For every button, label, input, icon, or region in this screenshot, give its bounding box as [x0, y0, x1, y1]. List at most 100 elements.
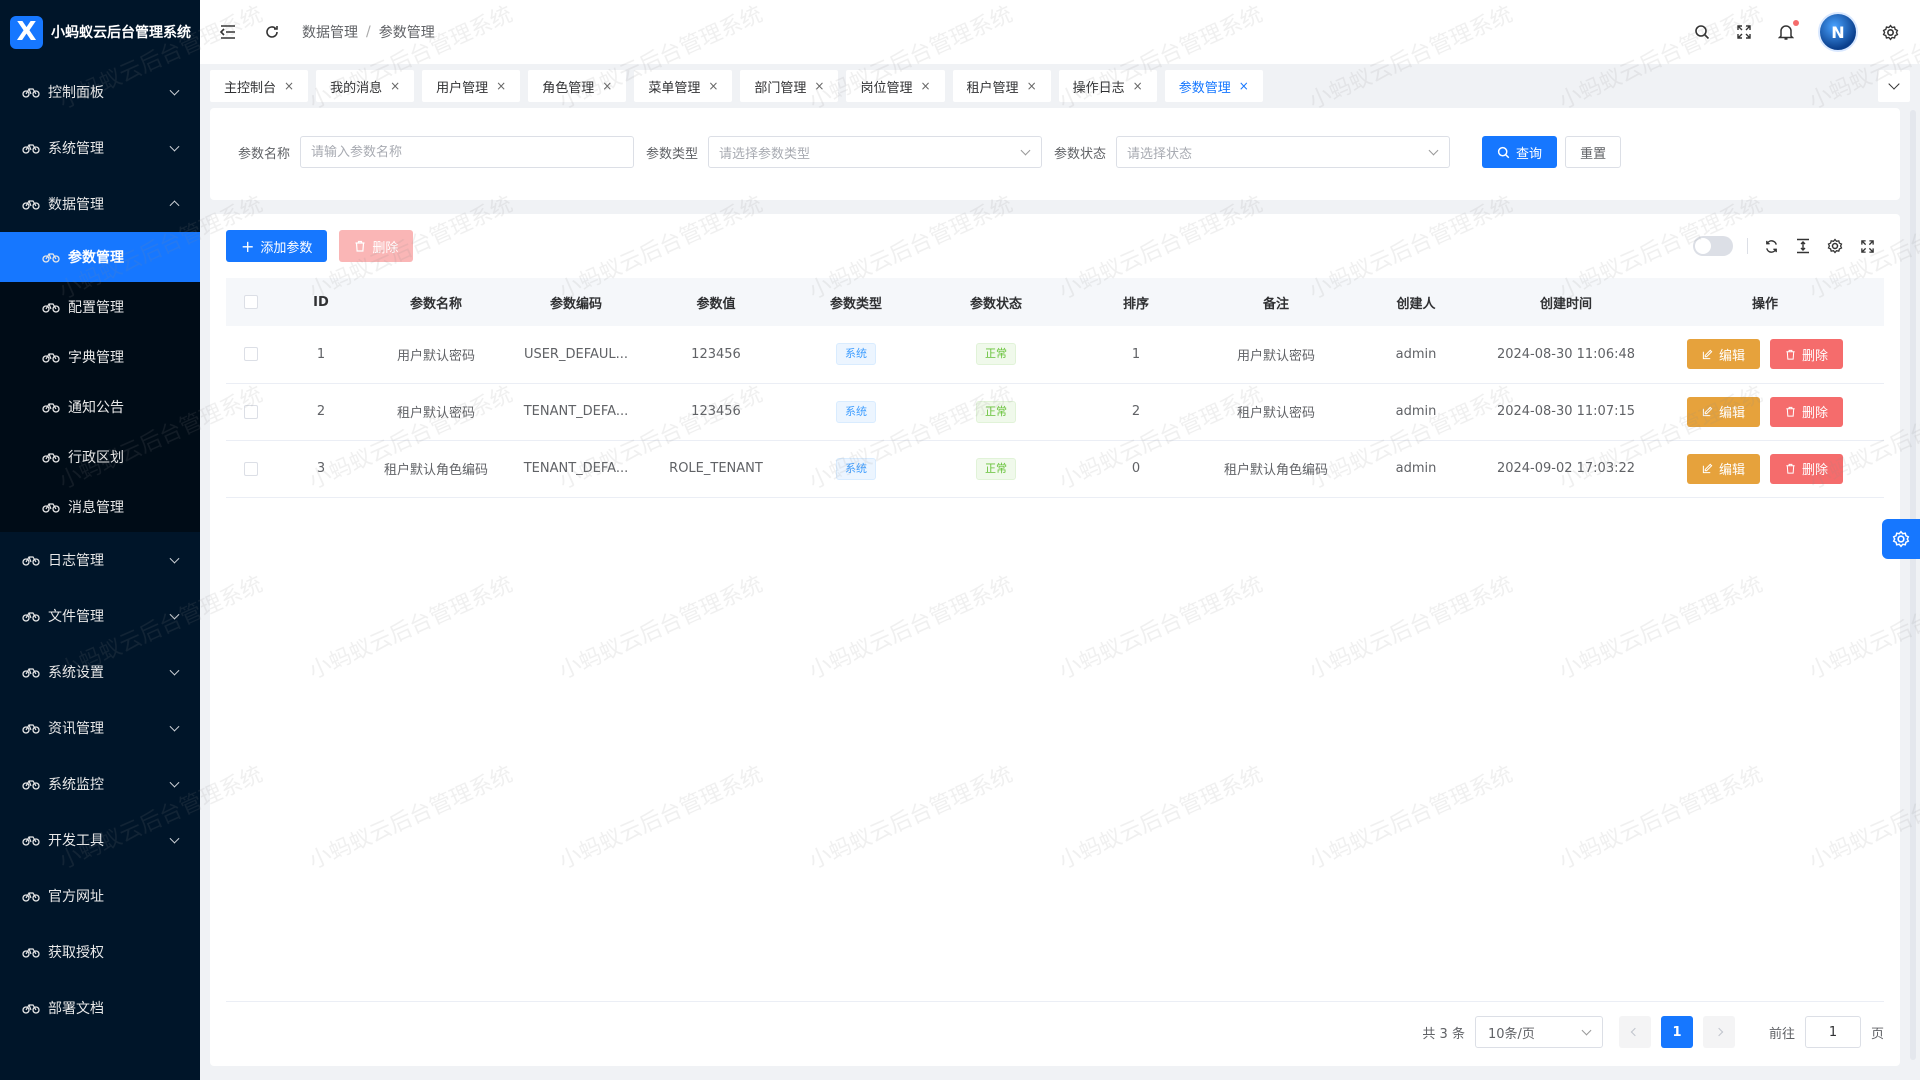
- sidebar-subitem[interactable]: 参数管理: [0, 232, 200, 282]
- table-header-row: ID 参数名称 参数编码 参数值 参数类型 参数状态 排序 备注 创建人 创建时…: [226, 278, 1884, 326]
- page-number-button[interactable]: 1: [1660, 1016, 1693, 1048]
- cell-name: 租户默认密码: [396, 406, 475, 421]
- tab[interactable]: 主控制台 ×: [210, 70, 309, 102]
- delete-button[interactable]: 删除: [1770, 453, 1844, 484]
- prev-page-button[interactable]: [1618, 1016, 1651, 1048]
- close-icon[interactable]: ×: [602, 79, 612, 93]
- sidebar-subitem[interactable]: 消息管理: [0, 482, 200, 532]
- sidebar-subitem[interactable]: 通知公告: [0, 382, 200, 432]
- edit-icon: [1702, 463, 1713, 474]
- query-button[interactable]: 查询: [1482, 136, 1558, 168]
- sidebar-item-devtools[interactable]: 开发工具: [0, 812, 200, 868]
- bike-icon: [42, 500, 60, 514]
- sidebar-item-dashboard[interactable]: 控制面板: [0, 64, 200, 120]
- sidebar-subitem[interactable]: 行政区划: [0, 432, 200, 482]
- column-settings-icon[interactable]: [1826, 237, 1844, 255]
- delete-label: 删除: [1802, 406, 1829, 421]
- divider: [1747, 238, 1748, 254]
- tab[interactable]: 角色管理 ×: [528, 70, 627, 102]
- edit-icon: [1702, 349, 1713, 359]
- close-icon[interactable]: ×: [390, 79, 400, 93]
- cell-type: 系统: [786, 326, 926, 383]
- close-icon[interactable]: ×: [708, 79, 718, 93]
- param-name-input[interactable]: [311, 144, 624, 160]
- param-status-placeholder: 请选择状态: [1127, 146, 1193, 162]
- tab[interactable]: 岗位管理 ×: [846, 70, 945, 102]
- cell-remark: 租户默认密码: [1236, 406, 1315, 421]
- refresh-icon[interactable]: [262, 22, 282, 42]
- param-status-select[interactable]: 请选择状态: [1116, 136, 1451, 168]
- tab[interactable]: 用户管理 ×: [422, 70, 521, 102]
- breadcrumb: 数据管理 / 参数管理: [302, 22, 435, 42]
- density-icon[interactable]: [1794, 237, 1812, 255]
- sidebar-item-news[interactable]: 资讯管理: [0, 700, 200, 756]
- sidebar-subitem[interactable]: 配置管理: [0, 282, 200, 332]
- edit-button[interactable]: 编辑: [1686, 396, 1760, 427]
- sidebar-item-settings[interactable]: 系统设置: [0, 644, 200, 700]
- sidebar-item-system[interactable]: 系统管理: [0, 120, 200, 176]
- fullscreen-icon[interactable]: [1734, 22, 1754, 42]
- delete-label: 删除: [1802, 348, 1829, 364]
- fullscreen-icon[interactable]: [1858, 237, 1876, 255]
- column-header: 参数状态: [969, 296, 1022, 312]
- logo[interactable]: X 小蚂蚁云后台管理系统: [0, 0, 200, 64]
- page-scrollbar[interactable]: [1910, 110, 1916, 1060]
- breadcrumb-item[interactable]: 数据管理: [302, 22, 358, 42]
- goto-page-input[interactable]: 1: [1804, 1016, 1861, 1048]
- close-icon[interactable]: ×: [814, 79, 824, 93]
- delete-button[interactable]: 删除: [1770, 396, 1844, 427]
- refresh-icon[interactable]: [1762, 237, 1780, 255]
- sidebar-item-file[interactable]: 文件管理: [0, 588, 200, 644]
- sidebar-item-docs[interactable]: 部署文档: [0, 980, 200, 1036]
- theme-settings-button[interactable]: [1882, 519, 1920, 559]
- menu-collapse-icon[interactable]: [218, 22, 238, 42]
- sidebar-item-log[interactable]: 日志管理: [0, 532, 200, 588]
- tab[interactable]: 我的消息 ×: [316, 70, 415, 102]
- close-icon[interactable]: ×: [1133, 79, 1143, 93]
- chevron-icon: [169, 665, 180, 676]
- reset-button[interactable]: 重置: [1565, 136, 1622, 168]
- sidebar-subitem[interactable]: 字典管理: [0, 332, 200, 382]
- tab[interactable]: 参数管理 ×: [1164, 70, 1263, 102]
- cell-creator: admin: [1395, 346, 1437, 362]
- table-panel: + 添加参数 删除 ID 参数名称 参数编码 参数值 参数类型 参数状态 排序 …: [210, 214, 1900, 1066]
- next-page-button[interactable]: [1702, 1016, 1735, 1048]
- param-type-select[interactable]: 请选择参数类型: [708, 136, 1043, 168]
- sidebar-item-monitor[interactable]: 系统监控: [0, 756, 200, 812]
- sidebar-item-label: 控制面板: [48, 85, 104, 101]
- close-icon[interactable]: ×: [496, 79, 506, 93]
- tab[interactable]: 部门管理 ×: [740, 70, 839, 102]
- close-icon[interactable]: ×: [284, 79, 294, 93]
- sidebar-item-data[interactable]: 数据管理: [0, 176, 200, 232]
- close-icon[interactable]: ×: [1027, 79, 1037, 93]
- sidebar-item-website[interactable]: 官方网址: [0, 868, 200, 924]
- bike-icon: [22, 665, 40, 679]
- tab[interactable]: 租户管理 ×: [952, 70, 1051, 102]
- edit-button[interactable]: 编辑: [1686, 339, 1760, 370]
- page-size-select[interactable]: 10条/页: [1474, 1016, 1603, 1048]
- param-name-field[interactable]: [300, 136, 635, 168]
- avatar[interactable]: N: [1818, 12, 1858, 52]
- batch-delete-button[interactable]: 删除: [339, 230, 414, 262]
- select-all-checkbox[interactable]: [244, 295, 258, 309]
- close-icon[interactable]: ×: [920, 79, 930, 93]
- tab[interactable]: 菜单管理 ×: [634, 70, 733, 102]
- search-panel: 参数名称 参数类型 请选择参数类型 参数状态 请选择状态 查询 重置: [210, 108, 1900, 200]
- add-param-button[interactable]: + 添加参数: [226, 230, 328, 262]
- bell-icon[interactable]: [1776, 20, 1799, 42]
- select-all-cell: [226, 278, 276, 326]
- tab-label: 用户管理: [436, 80, 489, 96]
- row-checkbox[interactable]: [244, 461, 258, 476]
- tabs-dropdown-button[interactable]: [1878, 70, 1910, 102]
- tab[interactable]: 操作日志 ×: [1058, 70, 1157, 102]
- row-checkbox[interactable]: [244, 347, 258, 362]
- search-icon[interactable]: [1692, 22, 1712, 42]
- delete-button[interactable]: 删除: [1770, 339, 1844, 370]
- settings-icon[interactable]: [1880, 22, 1900, 42]
- sidebar-item-license[interactable]: 获取授权: [0, 924, 200, 980]
- search-toggle-switch[interactable]: [1693, 236, 1733, 256]
- close-icon[interactable]: ×: [1239, 79, 1249, 93]
- edit-button[interactable]: 编辑: [1686, 453, 1760, 484]
- sidebar-item-label: 数据管理: [48, 197, 104, 213]
- row-checkbox[interactable]: [244, 404, 258, 419]
